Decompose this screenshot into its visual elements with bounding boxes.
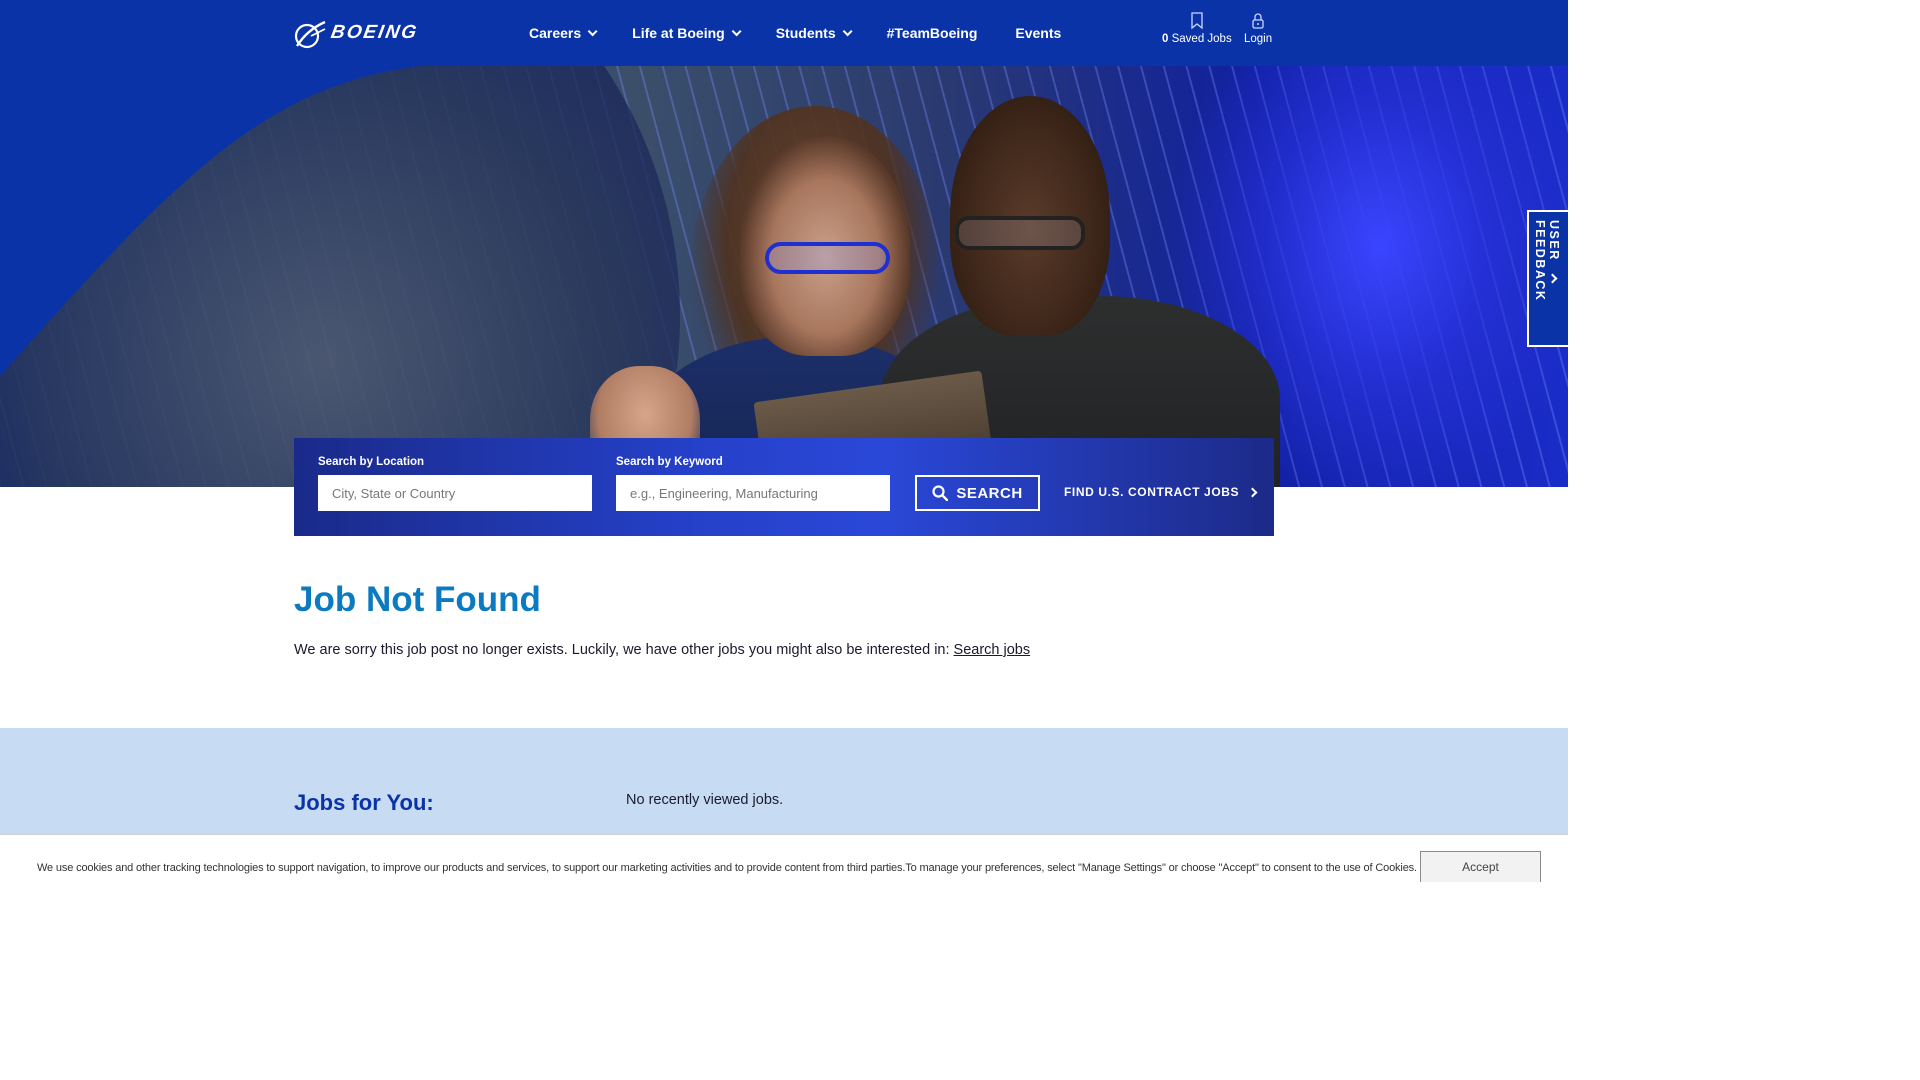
lock-icon	[1252, 13, 1264, 29]
job-search-panel: Search by Location Search by Keyword SEA…	[294, 438, 1274, 536]
hero-curve-overlay	[0, 66, 420, 376]
contract-jobs-label: FIND U.S. CONTRACT JOBS	[1064, 485, 1240, 499]
not-found-message: We are sorry this job post no longer exi…	[294, 642, 1030, 658]
page: BOEING Careers Life at Boeing Students #…	[0, 0, 1568, 882]
location-label: Search by Location	[318, 456, 425, 468]
login-button[interactable]: Login	[1244, 12, 1272, 45]
boeing-logo[interactable]: BOEING	[293, 16, 420, 50]
logo-wordmark: BOEING	[329, 22, 420, 43]
cookie-text: We use cookies and other tracking techno…	[37, 862, 1417, 874]
page-title: Job Not Found	[294, 580, 541, 619]
search-icon	[932, 485, 949, 501]
search-jobs-link[interactable]: Search jobs	[954, 642, 1031, 658]
message-text: We are sorry this job post no longer exi…	[294, 642, 954, 658]
search-button[interactable]: SEARCH	[915, 475, 1040, 511]
keyword-input[interactable]	[616, 475, 890, 511]
nav-label: Careers	[529, 25, 582, 41]
nav-label: Life at Boeing	[632, 25, 725, 41]
hero-image	[0, 66, 1568, 487]
nav-label: Students	[775, 25, 836, 41]
nav-life-at-boeing[interactable]: Life at Boeing	[632, 25, 742, 41]
nav-careers[interactable]: Careers	[529, 25, 598, 41]
nav-label: #TeamBoeing	[886, 25, 978, 41]
user-feedback-tab[interactable]: USER FEEDBACK	[1527, 210, 1568, 347]
chevron-right-icon	[1247, 487, 1258, 497]
nav-events[interactable]: Events	[1015, 25, 1061, 41]
keyword-label: Search by Keyword	[616, 456, 723, 468]
saved-jobs-text: 0 Saved Jobs	[1162, 33, 1232, 45]
nav-label: Events	[1015, 25, 1062, 41]
chevron-down-icon	[731, 25, 742, 36]
saved-jobs-button[interactable]: 0 Saved Jobs	[1162, 12, 1232, 45]
accept-cookies-button[interactable]: Accept	[1420, 851, 1541, 882]
saved-jobs-label: Saved Jobs	[1171, 33, 1232, 45]
saved-jobs-count: 0	[1162, 33, 1169, 45]
main-nav: Careers Life at Boeing Students #TeamBoe…	[529, 0, 1099, 66]
login-label: Login	[1244, 33, 1273, 45]
bookmark-icon	[1191, 12, 1203, 30]
feedback-label: USER FEEDBACK	[1533, 220, 1561, 302]
jobs-empty-message: No recently viewed jobs.	[626, 792, 784, 808]
site-header: BOEING Careers Life at Boeing Students #…	[0, 0, 1568, 66]
nav-students[interactable]: Students	[775, 25, 853, 41]
search-button-label: SEARCH	[956, 484, 1023, 502]
contract-jobs-link[interactable]: FIND U.S. CONTRACT JOBS	[1064, 485, 1258, 499]
cookie-banner: We use cookies and other tracking techno…	[0, 834, 1568, 882]
jobs-for-you-title: Jobs for You:	[294, 790, 434, 815]
location-input[interactable]	[318, 475, 592, 511]
chevron-down-icon	[842, 25, 853, 36]
chevron-down-icon	[587, 25, 598, 36]
nav-teamboeing[interactable]: #TeamBoeing	[887, 25, 978, 41]
boeing-emblem-icon	[294, 20, 326, 49]
